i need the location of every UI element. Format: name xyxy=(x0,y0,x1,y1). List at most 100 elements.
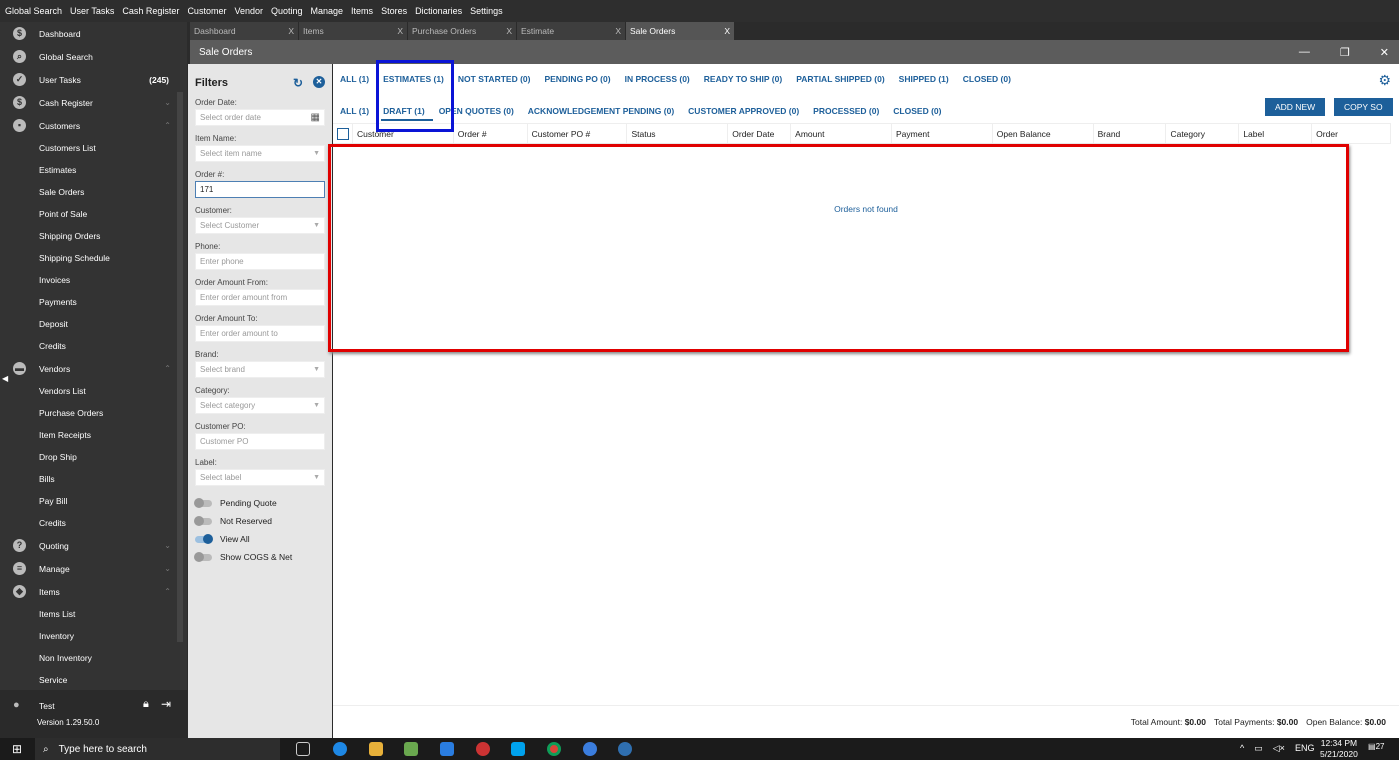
menu-dictionaries[interactable]: Dictionaries xyxy=(415,6,462,16)
skype-icon[interactable] xyxy=(511,742,525,756)
network-icon[interactable]: ▭ xyxy=(1254,743,1263,754)
sidebar-item-inventory[interactable]: Inventory xyxy=(0,625,187,647)
toggle-not-reserved[interactable]: Not Reserved xyxy=(194,512,325,530)
status-tab-closed-0[interactable]: CLOSED (0) xyxy=(963,74,1011,84)
tab-purchase-orders[interactable]: Purchase Orders X xyxy=(408,22,517,40)
chevron-down-icon[interactable]: ⌄ xyxy=(164,98,171,107)
tab-dashboard[interactable]: Dashboard X xyxy=(190,22,299,40)
tab-sale-orders[interactable]: Sale Orders X xyxy=(626,22,735,40)
column-header-category[interactable]: Category xyxy=(1166,123,1240,144)
sidebar-item-shipping-orders[interactable]: Shipping Orders xyxy=(0,225,187,247)
sidebar-item-dashboard[interactable]: $ Dashboard xyxy=(0,22,187,45)
column-header-amount[interactable]: Amount xyxy=(791,123,892,144)
sidebar-item-estimates[interactable]: Estimates xyxy=(0,159,187,181)
collapse-sidebar-icon[interactable]: ◀ xyxy=(2,374,8,383)
column-header-order-date[interactable]: Order Date xyxy=(728,123,792,144)
status-tab-in-process-0[interactable]: IN PROCESS (0) xyxy=(625,74,690,84)
sub-tab-all-1[interactable]: ALL (1) xyxy=(340,106,369,116)
menu-settings[interactable]: Settings xyxy=(470,6,503,16)
settings-gear-icon[interactable]: ⚙ xyxy=(1378,72,1391,89)
sidebar-item-sale-orders[interactable]: Sale Orders xyxy=(0,181,187,203)
status-tab-pending-po-0[interactable]: PENDING PO (0) xyxy=(544,74,610,84)
sub-tab-acknowledgement-pending-0[interactable]: ACKNOWLEDGEMENT PENDING (0) xyxy=(528,106,674,116)
sidebar-item-bills[interactable]: Bills xyxy=(0,468,187,490)
sidebar-item-point-of-sale[interactable]: Point of Sale xyxy=(0,203,187,225)
sidebar-item-drop-ship[interactable]: Drop Ship xyxy=(0,446,187,468)
filter-customer-po-input[interactable]: Customer PO xyxy=(195,433,325,450)
toggle-pending-quote[interactable]: Pending Quote xyxy=(194,494,325,512)
sidebar-item-quoting[interactable]: ? Quoting ⌄ xyxy=(0,534,187,557)
filter-order-input[interactable]: 171 xyxy=(195,181,325,198)
toggle-switch[interactable] xyxy=(194,497,212,508)
sidebar-item-items-list[interactable]: Items List xyxy=(0,603,187,625)
chevron-down-icon[interactable]: ⌄ xyxy=(164,541,171,550)
slack-icon[interactable] xyxy=(476,742,490,756)
column-header-label[interactable]: Label xyxy=(1239,123,1313,144)
restore-button[interactable]: ❐ xyxy=(1340,46,1350,59)
menu-stores[interactable]: Stores xyxy=(381,6,407,16)
toggle-show-cogs-net[interactable]: Show COGS & Net xyxy=(194,548,325,566)
status-tab-ready-to-ship-0[interactable]: READY TO SHIP (0) xyxy=(704,74,782,84)
sidebar-item-global-search[interactable]: ⌕ Global Search xyxy=(0,45,187,68)
column-header-payment[interactable]: Payment xyxy=(892,123,993,144)
close-tab-icon[interactable]: X xyxy=(724,26,730,36)
language-indicator[interactable]: ENG xyxy=(1295,743,1315,754)
sidebar-item-pay-bill[interactable]: Pay Bill xyxy=(0,490,187,512)
filter-label-input[interactable]: Select label ▼ xyxy=(195,469,325,486)
tray-chevron-icon[interactable]: ^ xyxy=(1240,743,1244,754)
select-all-checkbox[interactable] xyxy=(333,123,353,144)
tab-estimate[interactable]: Estimate X xyxy=(517,22,626,40)
chrome-icon[interactable] xyxy=(547,742,561,756)
sub-tab-processed-0[interactable]: PROCESSED (0) xyxy=(813,106,879,116)
column-header-status[interactable]: Status xyxy=(627,123,729,144)
refresh-icon[interactable]: ↻ xyxy=(293,76,303,90)
menu-global-search[interactable]: Global Search xyxy=(5,6,62,16)
calendar-icon[interactable]: ▦ xyxy=(311,112,320,123)
menu-vendor[interactable]: Vendor xyxy=(234,6,263,16)
close-tab-icon[interactable]: X xyxy=(288,26,294,36)
lock-icon[interactable]: 🔒︎ xyxy=(143,698,149,711)
sidebar-item-credits[interactable]: Credits xyxy=(0,512,187,534)
add-new-button[interactable]: ADD NEW xyxy=(1265,98,1326,116)
close-button[interactable]: ✕ xyxy=(1380,46,1389,59)
status-tab-shipped-1[interactable]: SHIPPED (1) xyxy=(899,74,949,84)
app-icon-2[interactable] xyxy=(618,742,632,756)
notifications-icon[interactable]: ▤27 xyxy=(1368,742,1384,751)
column-header-order[interactable]: Order xyxy=(1312,123,1392,144)
sidebar-item-customers[interactable]: ▪ Customers ⌃ xyxy=(0,114,187,137)
clear-filters-icon[interactable]: ✕ xyxy=(313,76,325,88)
file-explorer-icon[interactable] xyxy=(369,742,383,756)
filter-order-amount-to-input[interactable]: Enter order amount to xyxy=(195,325,325,342)
minimize-button[interactable]: — xyxy=(1299,46,1310,58)
sidebar-item-cash-register[interactable]: $ Cash Register ⌄ xyxy=(0,91,187,114)
chevron-up-icon[interactable]: ⌃ xyxy=(164,121,171,130)
sub-tab-customer-approved-0[interactable]: CUSTOMER APPROVED (0) xyxy=(688,106,799,116)
filter-phone-input[interactable]: Enter phone xyxy=(195,253,325,270)
column-header-open-balance[interactable]: Open Balance xyxy=(993,123,1094,144)
store-icon[interactable] xyxy=(404,742,418,756)
sidebar-scrollbar[interactable] xyxy=(177,92,183,642)
menu-cash-register[interactable]: Cash Register xyxy=(122,6,179,16)
logout-icon[interactable]: ⇥ xyxy=(161,697,171,711)
sidebar-item-payments[interactable]: Payments xyxy=(0,291,187,313)
close-tab-icon[interactable]: X xyxy=(615,26,621,36)
sidebar-item-vendors[interactable]: ▬ Vendors ⌃ xyxy=(0,357,187,380)
sidebar-item-shipping-schedule[interactable]: Shipping Schedule xyxy=(0,247,187,269)
sidebar-item-items[interactable]: ◆ Items ⌃ xyxy=(0,580,187,603)
task-view-icon[interactable] xyxy=(296,742,310,756)
menu-manage[interactable]: Manage xyxy=(311,6,344,16)
status-tab-partial-shipped-0[interactable]: PARTIAL SHIPPED (0) xyxy=(796,74,884,84)
taskbar-search[interactable]: ⌕ Type here to search xyxy=(35,738,280,760)
sidebar-item-credits[interactable]: Credits xyxy=(0,335,187,357)
menu-customer[interactable]: Customer xyxy=(187,6,226,16)
tab-items[interactable]: Items X xyxy=(299,22,408,40)
menu-items[interactable]: Items xyxy=(351,6,373,16)
sidebar-item-customers-list[interactable]: Customers List xyxy=(0,137,187,159)
clock[interactable]: 12:34 PM 5/21/2020 xyxy=(1320,738,1358,760)
toggle-switch[interactable] xyxy=(194,515,212,526)
status-tab-not-started-0[interactable]: NOT STARTED (0) xyxy=(458,74,531,84)
filter-brand-input[interactable]: Select brand ▼ xyxy=(195,361,325,378)
chevron-down-icon[interactable]: ⌄ xyxy=(164,564,171,573)
sidebar-item-invoices[interactable]: Invoices xyxy=(0,269,187,291)
menu-quoting[interactable]: Quoting xyxy=(271,6,303,16)
